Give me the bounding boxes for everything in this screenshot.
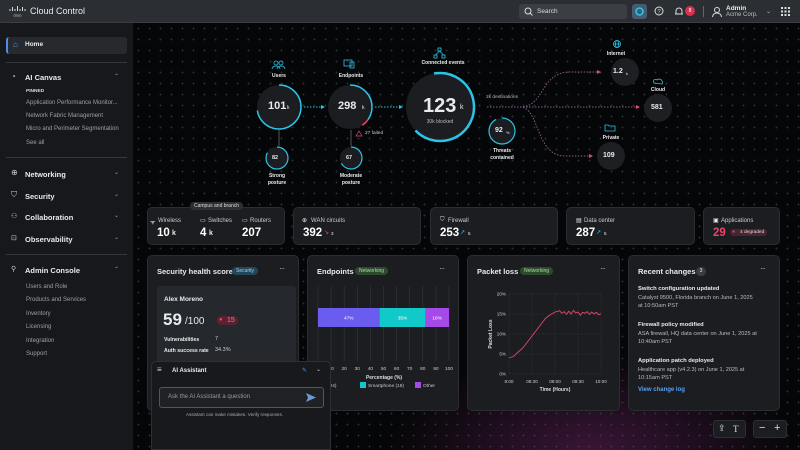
data-label: 18%	[432, 316, 442, 322]
admin-item[interactable]: Products and Services	[26, 297, 86, 303]
datacenter-card[interactable]: ▤ Data center 287 ↗ 5	[566, 207, 695, 245]
x-axis-label: Percentage (%)	[366, 375, 402, 381]
chevron-down-icon: ⌄	[114, 235, 120, 241]
data-label: 47%	[344, 316, 354, 322]
cloud-icon	[653, 78, 664, 85]
packet-loss-panel: Packet loss Networking ··· 0% 5% 10% 15% 20%…	[467, 255, 620, 411]
text-icon[interactable]: T	[733, 424, 739, 434]
admin-item[interactable]: Users and Role	[26, 284, 67, 290]
legend-label: Other	[423, 383, 435, 389]
x-tick-label: 20	[342, 366, 348, 372]
switch-icon: ▭	[200, 218, 206, 224]
x-tick-label: 90	[433, 366, 439, 372]
firewall-card[interactable]: ⛉ Firewall 253 ↗ 5	[430, 207, 558, 245]
wifi-icon: ᯤ	[150, 220, 156, 226]
legend-swatch	[360, 382, 366, 388]
alert-icon: ●	[219, 316, 223, 323]
endpoints-icon	[343, 59, 355, 69]
legend-swatch	[415, 382, 421, 388]
folder-lock-icon	[604, 124, 616, 132]
network-icon	[433, 47, 446, 59]
admin-item[interactable]: Support	[26, 351, 47, 357]
y-axis-label: Packet Loss	[488, 319, 494, 348]
admin-item[interactable]: Integration	[26, 338, 54, 344]
app-window-icon: ▣	[713, 218, 719, 224]
canvas-tools: ⇪ T	[713, 420, 746, 438]
y-tick-label: 20%	[497, 292, 506, 297]
x-tick-label: 09:30	[572, 379, 584, 384]
legend-label: Smartphone (18)	[368, 383, 404, 389]
sidebar-item-admin-console[interactable]: ⚲ Admin Console ⌃	[0, 264, 133, 276]
security-tag: Security	[232, 267, 259, 275]
x-tick-label: 30	[355, 366, 361, 372]
x-tick-label: 60	[394, 366, 400, 372]
connector-private	[519, 106, 593, 158]
trend-up-icon: ↗	[596, 230, 602, 236]
admin-icon: ⚲	[11, 266, 17, 273]
failed-count: 27 failed	[365, 131, 384, 136]
connector-internet	[487, 70, 601, 108]
trend-down-icon: ↘	[324, 230, 330, 236]
users-icon	[271, 60, 286, 70]
globe-icon	[613, 40, 621, 48]
warning-icon	[355, 130, 363, 137]
chevron-down-icon: ⌄	[114, 213, 120, 219]
menu-icon[interactable]: ≡	[157, 365, 162, 374]
x-tick-label: 50	[381, 366, 387, 372]
y-tick-label: 15%	[497, 312, 506, 317]
flow-diagram	[256, 40, 672, 170]
people-icon: ⚇	[11, 213, 18, 220]
zoom-out-button[interactable]: −	[759, 422, 765, 434]
y-tick-label: 0%	[499, 372, 506, 377]
y-tick-label: 10%	[497, 332, 506, 337]
recent-changes-panel: Recent changes 3 ··· Switch configuratio…	[628, 255, 780, 411]
x-tick-label: 10:00	[595, 379, 607, 384]
admin-item[interactable]: Inventory	[26, 311, 51, 317]
zoom-controls: − +	[753, 420, 787, 438]
more-options-button[interactable]: ···	[279, 264, 285, 273]
zoom-in-button[interactable]: +	[774, 422, 780, 434]
shield-icon: ⛉	[440, 217, 445, 223]
x-tick-label: 40	[368, 366, 374, 372]
x-tick-label: 09:00	[549, 379, 561, 384]
count-badge: 3	[696, 267, 706, 276]
y-tick-label: 5%	[499, 352, 506, 357]
applications-card[interactable]: ▣ Applications 29 4 degraded ●	[703, 207, 780, 245]
view-change-log-link[interactable]: View change log	[638, 387, 685, 393]
chevron-down-icon[interactable]: ⌄	[316, 366, 321, 373]
x-tick-label: 100	[445, 366, 453, 372]
more-options-button[interactable]: ···	[760, 264, 766, 273]
new-chat-icon[interactable]: ✎	[302, 367, 307, 374]
trend-up-icon: ↗	[460, 230, 466, 236]
degraded-badge: 4 degraded	[730, 229, 768, 236]
x-tick-label: 70	[407, 366, 413, 372]
x-tick-label: 80	[420, 366, 426, 372]
x-tick-label: 8:00	[505, 379, 514, 384]
divider	[6, 254, 127, 255]
alert-icon: ●	[732, 229, 736, 235]
globe-icon: ⊕	[302, 218, 308, 224]
sidebar-item-collaboration[interactable]: ⚇ Collaboration ⌄	[0, 211, 133, 223]
ai-assistant-panel: ≡ AI Assistant ✎ ⌄ Ask the AI Assistant …	[151, 361, 331, 450]
observability-icon: ⊡	[11, 235, 17, 242]
packet-loss-chart: 0% 5% 10% 15% 20% 8:00 08:30 09:00 09:30 10:00 Tim…	[488, 292, 607, 393]
chevron-up-icon: ⌃	[114, 267, 120, 273]
assistant-input[interactable]: Ask the AI Assistant a question	[159, 387, 324, 408]
router-icon: ▭	[242, 218, 248, 224]
campus-branch-tooltip: Campus and branch	[190, 202, 244, 210]
x-tick-label: 08:30	[526, 379, 538, 384]
x-axis-label: Time (Hours)	[540, 387, 571, 393]
wan-card[interactable]: ⊕ WAN circuits 392 ↘ 3	[293, 207, 421, 245]
data-label: 35%	[398, 316, 408, 322]
send-icon[interactable]	[306, 393, 316, 402]
server-icon: ▤	[576, 218, 582, 224]
campus-branch-card[interactable]: ᯤ Wireless 10 k ▭ Switches 4k ▭ Routers 2…	[147, 207, 285, 245]
admin-item[interactable]: Licensing	[26, 324, 51, 330]
sidebar-item-observability[interactable]: ⊡ Observability ⌄	[0, 233, 133, 245]
export-icon[interactable]: ⇪	[718, 423, 726, 434]
